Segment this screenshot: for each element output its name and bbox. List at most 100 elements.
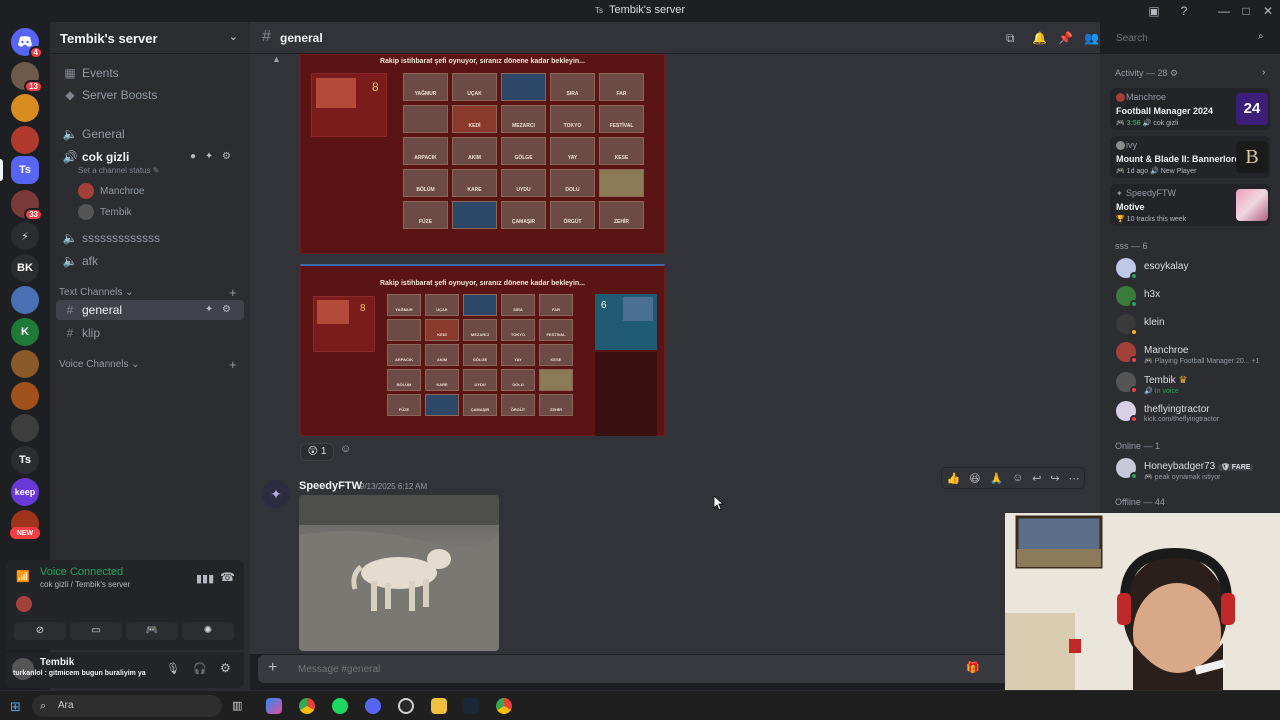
camera-off-button[interactable]: ⊘ [14, 622, 66, 640]
text-channel-klip[interactable]: # klip [56, 323, 244, 343]
game-card[interactable] [387, 319, 421, 341]
server-icon[interactable] [11, 94, 39, 122]
add-channel-icon[interactable]: + [229, 285, 237, 300]
server-icon[interactable] [11, 126, 39, 154]
reply-icon[interactable]: ↩ [1032, 472, 1041, 485]
game-card[interactable] [452, 201, 497, 229]
game-card[interactable]: UÇAK [452, 73, 497, 101]
game-card[interactable]: FESTİVAL [599, 105, 644, 133]
channel-actions[interactable]: ✦ ⚙ [205, 300, 234, 320]
inbox-icon[interactable]: ▣ [1146, 3, 1162, 19]
forward-icon[interactable]: ↪ [1050, 472, 1059, 485]
channel-status-hint[interactable]: Set a channel status ✎ [78, 166, 159, 175]
game-card[interactable]: FAR [539, 294, 573, 316]
discord-home-icon[interactable]: 4 [11, 28, 43, 59]
discord-icon[interactable] [365, 698, 381, 714]
message-author[interactable]: SpeedyFTW [299, 480, 362, 492]
disconnect-icon[interactable]: ☎ [220, 570, 235, 584]
message-input[interactable] [298, 661, 898, 677]
game-card[interactable]: YAY [550, 137, 595, 165]
obs-icon[interactable] [398, 698, 414, 714]
member-item[interactable]: Tembik ♛ 🔊 In voice [1116, 372, 1276, 396]
game-card[interactable]: FÜZE [387, 394, 421, 416]
game-card[interactable]: KARE [425, 369, 459, 391]
pin-icon[interactable]: 📌 [1058, 31, 1073, 45]
game-card[interactable]: FAR [599, 73, 644, 101]
game-card[interactable]: TOKYO [550, 105, 595, 133]
server-icon[interactable] [11, 414, 39, 442]
bell-icon[interactable]: 🔔 [1032, 31, 1047, 45]
activity-card[interactable]: ivy Mount & Blade II: Bannerlord 🎮 1d ag… [1110, 136, 1270, 178]
chevron-right-icon[interactable]: › [1262, 67, 1265, 78]
taskbar-search[interactable]: ⌕ Ara [32, 695, 222, 717]
game-card[interactable]: MEZARCI [463, 319, 497, 341]
server-icon[interactable] [11, 286, 39, 314]
server-icon-k[interactable]: K [11, 318, 39, 346]
server-icon[interactable]: ⚡ [11, 222, 39, 250]
game-card[interactable]: ÖRGÜT [501, 394, 535, 416]
game-card[interactable]: MEZARCI [501, 105, 546, 133]
server-icon[interactable]: 13 [11, 62, 43, 93]
chrome-icon[interactable] [496, 698, 512, 714]
server-icon[interactable] [11, 350, 39, 378]
voice-channel-afk[interactable]: 🔈 afk [56, 251, 244, 271]
game-card[interactable]: YAĞMUR [403, 73, 448, 101]
microphone-icon[interactable]: 🎙 [166, 662, 180, 675]
game-card[interactable]: ÇAMAŞIR [463, 394, 497, 416]
quick-reaction[interactable]: 😆 [969, 472, 980, 485]
game-card[interactable]: ÇAMAŞIR [501, 201, 546, 229]
game-card[interactable] [403, 105, 448, 133]
game-card[interactable]: KESE [539, 344, 573, 366]
server-icon-ts2[interactable]: Ts [11, 446, 39, 474]
game-card[interactable] [539, 369, 573, 391]
quick-reaction[interactable]: 🙏 [989, 472, 1003, 485]
member-item[interactable]: theflyingtractor kick.com/theflyingtracto… [1116, 401, 1276, 425]
file-explorer-icon[interactable] [431, 698, 447, 714]
screen-share-button[interactable]: ▭ [70, 622, 122, 640]
maximize-button[interactable]: □ [1238, 3, 1254, 19]
activity-card[interactable]: Manchroe Football Manager 2024 🎮 3:56 🔊 … [1110, 88, 1270, 130]
server-icon-keep[interactable]: keep [11, 478, 39, 506]
more-icon[interactable]: ⋯ [1069, 472, 1080, 485]
add-reaction-icon[interactable]: ☺ [1012, 472, 1023, 484]
activity-button[interactable]: 🎮 [126, 622, 178, 640]
game-card[interactable]: GÖLGE [501, 137, 546, 165]
attach-plus-icon[interactable]: + [268, 659, 277, 677]
game-card[interactable]: GÖLGE [463, 344, 497, 366]
member-item[interactable]: Manchroe 🎮 Playing Football Manager 20...… [1116, 342, 1276, 366]
steam-icon[interactable] [463, 698, 479, 714]
voice-channel-cok-gizli[interactable]: 🔊 cok gizli ● ✦ ⚙ [56, 147, 244, 167]
game-card[interactable]: SIRA [550, 73, 595, 101]
noise-suppression-icon[interactable]: ▮▮▮ [196, 572, 214, 585]
text-channel-general[interactable]: # general ✦ ⚙ [56, 300, 244, 320]
add-reaction-icon[interactable]: ☺ [340, 443, 358, 461]
game-card[interactable]: DOLU [550, 169, 595, 197]
game-card[interactable]: ZEHİR [599, 201, 644, 229]
windows-start-icon[interactable]: ⊞ [10, 699, 21, 715]
server-icon[interactable]: 33 [11, 190, 43, 221]
server-boosts-item[interactable]: ◆ Server Boosts [56, 85, 244, 105]
game-card[interactable]: ÖRGÜT [550, 201, 595, 229]
member-list-icon[interactable]: 👥 [1084, 31, 1099, 45]
member-item[interactable]: h3x [1116, 286, 1276, 310]
help-icon[interactable]: ? [1176, 3, 1192, 19]
game-card[interactable] [463, 294, 497, 316]
category-text-channels[interactable]: Text Channels ⌄ + [59, 285, 237, 300]
server-icon-bk[interactable]: BK [11, 254, 39, 282]
member-item[interactable]: Honeybadger73 🛡 FARE 🎮 peak oynamak istiy… [1116, 458, 1276, 482]
game-card[interactable]: KARE [452, 169, 497, 197]
game-card[interactable]: KEDİ [452, 105, 497, 133]
game-card[interactable]: YAĞMUR [387, 294, 421, 316]
game-card[interactable]: ZEHİR [539, 394, 573, 416]
game-card[interactable]: ARPACIK [387, 344, 421, 366]
avatar[interactable]: ✦ [262, 480, 290, 508]
copilot-icon[interactable] [266, 698, 282, 714]
game-card[interactable] [501, 73, 546, 101]
task-view-icon[interactable]: ▥ [232, 699, 242, 712]
game-card[interactable]: KESE [599, 137, 644, 165]
category-voice-channels[interactable]: Voice Channels ⌄ + [59, 357, 237, 372]
add-channel-icon[interactable]: + [229, 357, 237, 372]
game-card[interactable]: UYDU [501, 169, 546, 197]
reaction-chip[interactable]: 😲 1 [300, 443, 334, 461]
spotify-icon[interactable] [332, 698, 348, 714]
